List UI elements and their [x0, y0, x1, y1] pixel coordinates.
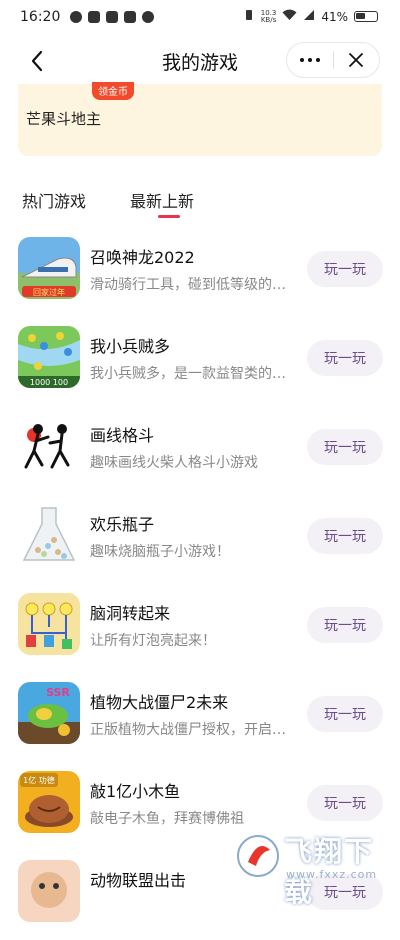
app-notification-icon [142, 11, 155, 23]
more-button[interactable] [287, 43, 333, 77]
status-right: 10.3 KB/s 41% [243, 9, 378, 24]
close-button[interactable] [333, 43, 379, 77]
bottle-game-icon [18, 504, 80, 566]
list-item[interactable]: SSR 植物大战僵尸2未来 正版植物大战僵尸授权，开启未来之旅 玩一玩 [0, 673, 400, 762]
status-bar: 16:20 10.3 KB/s 41% [0, 0, 400, 34]
tab-new-games[interactable]: 最新上新 [130, 188, 194, 212]
animal-game-icon [18, 860, 80, 922]
pvz-game-icon: SSR [18, 682, 80, 744]
train-game-icon: 回家过年 [18, 237, 80, 299]
more-dot-icon [307, 58, 312, 62]
promo-card[interactable]: 领金币 芒果斗地主 [18, 82, 382, 156]
play-button[interactable]: 玩一玩 [307, 785, 383, 821]
game-tabs: 热门游戏 最新上新 [22, 188, 382, 222]
watermark-logo-icon [237, 835, 279, 877]
no-sim-icon [303, 9, 315, 24]
game-name: 植物大战僵尸2未来 [90, 693, 229, 712]
nav-bar: 我的游戏 [0, 38, 400, 84]
status-left: 16:20 [20, 9, 155, 25]
play-button[interactable]: 玩一玩 [307, 696, 383, 732]
site-watermark: 飞翔下载 www.fxxz.com [232, 826, 400, 908]
game-description: 敲电子木鱼，拜赛博佛祖 [90, 811, 244, 827]
bulb-game-icon [18, 593, 80, 655]
game-description: 正版植物大战僵尸授权，开启未来之旅 [90, 722, 296, 738]
game-icon-label: 1亿 功德 [23, 775, 55, 785]
play-button[interactable]: 玩一玩 [307, 251, 383, 287]
stickman-game-icon [18, 415, 80, 477]
close-icon [349, 53, 364, 67]
active-tab-indicator [158, 215, 180, 218]
game-description: 我小兵贼多，是一款益智类的休闲游戏 [90, 366, 296, 382]
soldier-game-icon: 1000 100 [18, 326, 80, 388]
list-item[interactable]: 回家过年 召唤神龙2022 滑动骑行工具，碰到低等级的工具就能吃掉它 玩一玩 [0, 228, 400, 317]
game-description: 趣味烧脑瓶子小游戏！ [90, 544, 230, 560]
list-item[interactable]: 画线格斗 趣味画线火柴人格斗小游戏 玩一玩 [0, 406, 400, 495]
play-button[interactable]: 玩一玩 [307, 607, 383, 643]
game-name: 欢乐瓶子 [90, 515, 155, 534]
game-icon-label: SSR [46, 686, 70, 699]
game-name: 画线格斗 [90, 426, 155, 445]
play-button[interactable]: 玩一玩 [307, 340, 383, 376]
watermark-url: www.fxxz.com [286, 868, 378, 881]
game-name: 脑洞转起来 [90, 604, 171, 623]
network-speed-unit: KB/s [260, 15, 277, 24]
game-description: 滑动骑行工具，碰到低等级的工具就能吃掉它 [90, 277, 296, 293]
status-time: 16:20 [20, 9, 61, 25]
promo-title: 芒果斗地主 [26, 110, 102, 128]
wooden-fish-game-icon: 1亿 功德 [18, 771, 80, 833]
coin-badge: 领金币 [92, 82, 134, 100]
game-icon-label: 1000 100 [30, 378, 68, 387]
wifi-icon [282, 9, 297, 24]
list-item[interactable]: 1000 100 我小兵贼多 我小兵贼多，是一款益智类的休闲游戏 玩一玩 [0, 317, 400, 406]
battery-level: 41% [321, 9, 348, 24]
more-dot-icon [299, 58, 304, 62]
game-icon-label: 回家过年 [33, 287, 65, 297]
mail-icon [124, 11, 137, 23]
game-name: 动物联盟出击 [90, 871, 187, 890]
app-notification-icon [106, 11, 119, 23]
vibrate-icon [243, 9, 255, 24]
battery-icon [354, 11, 378, 22]
game-description: 趣味画线火柴人格斗小游戏 [90, 455, 258, 471]
list-item[interactable]: 欢乐瓶子 趣味烧脑瓶子小游戏！ 玩一玩 [0, 495, 400, 584]
search-app-icon [88, 11, 101, 23]
more-dot-icon [315, 58, 320, 62]
mini-program-capsule [286, 42, 380, 78]
game-name: 召唤神龙2022 [90, 248, 195, 267]
game-name: 敲1亿小木鱼 [90, 782, 181, 801]
game-name: 我小兵贼多 [90, 337, 171, 356]
tab-hot-games[interactable]: 热门游戏 [22, 188, 86, 212]
notification-icon [70, 11, 83, 23]
game-description: 让所有灯泡亮起来！ [90, 633, 216, 649]
play-button[interactable]: 玩一玩 [307, 429, 383, 465]
play-button[interactable]: 玩一玩 [307, 518, 383, 554]
network-speed: 10.3 KB/s [260, 9, 277, 24]
list-item[interactable]: 脑洞转起来 让所有灯泡亮起来！ 玩一玩 [0, 584, 400, 673]
